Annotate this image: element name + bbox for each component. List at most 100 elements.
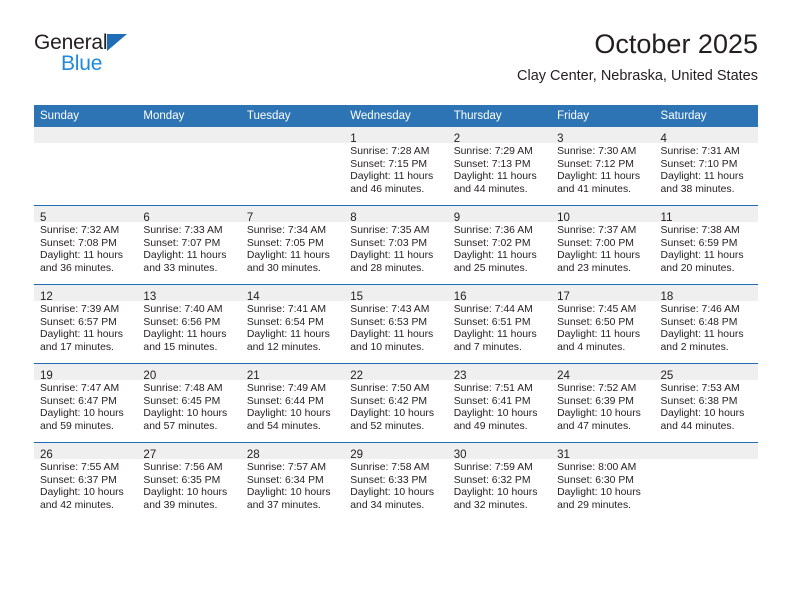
- daylight-text: Daylight: 11 hours: [246, 250, 330, 262]
- day-cell[interactable]: 4 Sunrise: 7:31 AM Sunset: 7:10 PM Daylight…: [654, 127, 758, 206]
- daylight-text-cont: and 10 minutes.: [350, 341, 425, 353]
- day-cell[interactable]: 23 Sunrise: 7:51 AM Sunset: 6:41 PM Dayligh…: [447, 363, 552, 443]
- daylight-text-cont: and 4 minutes.: [557, 341, 626, 353]
- daylight-text-cont: and 28 minutes.: [350, 262, 425, 274]
- daylight-text: Daylight: 10 hours: [453, 408, 538, 420]
- day-cell[interactable]: 2 Sunrise: 7:29 AM Sunset: 7:13 PM Daylight…: [447, 127, 552, 206]
- day-cell-details: Sunrise: 7:46 AM Sunset: 6:48 PM Daylight:…: [655, 301, 758, 354]
- day-cell[interactable]: 15 Sunrise: 7:43 AM Sunset: 6:53 PM Dayligh…: [344, 284, 448, 364]
- daylight-text: Daylight: 10 hours: [350, 408, 435, 420]
- day-number-band: 9: [447, 206, 552, 224]
- day-cell[interactable]: 8 Sunrise: 7:35 AM Sunset: 7:03 PM Daylight…: [344, 205, 448, 285]
- day-cell[interactable]: 11 Sunrise: 7:38 AM Sunset: 6:59 PM Dayligh…: [654, 205, 758, 285]
- day-cell-details: Sunrise: 7:53 AM Sunset: 6:38 PM Daylight:…: [655, 380, 758, 433]
- day-number: 18: [660, 291, 674, 303]
- day-cell-details: Sunrise: 7:29 AM Sunset: 7:13 PM Daylight:…: [448, 143, 551, 196]
- page-subtitle: Clay Center, Nebraska, United States: [517, 68, 758, 84]
- daylight-text: Daylight: 10 hours: [350, 487, 435, 499]
- sunset-text: Sunset: 6:45 PM: [143, 395, 221, 407]
- day-cell[interactable]: 16 Sunrise: 7:44 AM Sunset: 6:51 PM Dayligh…: [447, 284, 552, 364]
- day-number-band: 3: [551, 127, 655, 145]
- day-cell-details: Sunrise: 7:36 AM Sunset: 7:02 PM Daylight:…: [448, 222, 551, 275]
- day-cell[interactable]: 20 Sunrise: 7:48 AM Sunset: 6:45 PM Dayligh…: [137, 363, 241, 443]
- day-cell-details: Sunrise: 7:58 AM Sunset: 6:33 PM Daylight:…: [344, 459, 447, 512]
- day-number-band: [240, 127, 345, 143]
- sunrise-text: Sunrise: 7:36 AM: [453, 225, 533, 236]
- day-cell[interactable]: 17 Sunrise: 7:45 AM Sunset: 6:50 PM Dayligh…: [551, 284, 655, 364]
- sunrise-text: Sunrise: 7:48 AM: [143, 383, 223, 394]
- sunrise-text: Sunrise: 7:44 AM: [453, 304, 533, 315]
- day-cell[interactable]: 31 Sunrise: 8:00 AM Sunset: 6:30 PM Dayligh…: [551, 442, 655, 521]
- day-cell[interactable]: 7 Sunrise: 7:34 AM Sunset: 7:05 PM Daylight…: [240, 205, 345, 285]
- day-cell[interactable]: 30 Sunrise: 7:59 AM Sunset: 6:32 PM Dayligh…: [447, 442, 552, 521]
- weekday-header-saturday: Saturday: [654, 105, 758, 127]
- sunrise-text: Sunrise: 7:50 AM: [350, 383, 430, 394]
- daylight-text-cont: and 49 minutes.: [453, 420, 528, 432]
- day-cell[interactable]: 18 Sunrise: 7:46 AM Sunset: 6:48 PM Dayligh…: [654, 284, 758, 364]
- sunset-text: Sunset: 6:50 PM: [557, 316, 634, 328]
- day-number: 9: [453, 212, 461, 224]
- day-cell[interactable]: 27 Sunrise: 7:56 AM Sunset: 6:35 PM Dayligh…: [137, 442, 241, 521]
- day-cell[interactable]: 19 Sunrise: 7:47 AM Sunset: 6:47 PM Dayligh…: [34, 363, 138, 443]
- day-number: 13: [143, 291, 157, 303]
- day-number-band: 20: [137, 364, 241, 382]
- daylight-text-cont: and 33 minutes.: [143, 262, 218, 274]
- daylight-text: Daylight: 10 hours: [660, 408, 745, 420]
- day-cell[interactable]: 29 Sunrise: 7:58 AM Sunset: 6:33 PM Dayligh…: [344, 442, 448, 521]
- daylight-text-cont: and 12 minutes.: [246, 341, 321, 353]
- day-number: 17: [557, 291, 570, 303]
- day-cell[interactable]: 22 Sunrise: 7:50 AM Sunset: 6:42 PM Dayligh…: [344, 363, 448, 443]
- daylight-text-cont: and 54 minutes.: [246, 420, 321, 432]
- day-cell-details: Sunrise: 7:28 AM Sunset: 7:15 PM Daylight:…: [344, 143, 447, 196]
- day-cell-details: Sunrise: 7:44 AM Sunset: 6:51 PM Daylight:…: [448, 301, 551, 354]
- masthead: General Blue October 2025 Clay Center, N…: [34, 28, 758, 98]
- day-cell[interactable]: 5 Sunrise: 7:32 AM Sunset: 7:08 PM Daylight…: [34, 205, 138, 285]
- sunrise-text: Sunrise: 8:00 AM: [557, 462, 637, 473]
- daylight-text-cont: and 47 minutes.: [557, 420, 632, 432]
- sunset-text: Sunset: 7:03 PM: [350, 237, 428, 249]
- day-cell[interactable]: 28 Sunrise: 7:57 AM Sunset: 6:34 PM Dayligh…: [240, 442, 345, 521]
- day-cell-details: Sunrise: 7:37 AM Sunset: 7:00 PM Daylight:…: [551, 222, 654, 275]
- day-cell[interactable]: 24 Sunrise: 7:52 AM Sunset: 6:39 PM Dayligh…: [551, 363, 655, 443]
- day-cell-empty: [240, 127, 345, 206]
- day-cell[interactable]: 21 Sunrise: 7:49 AM Sunset: 6:44 PM Dayligh…: [240, 363, 345, 443]
- sunset-text: Sunset: 6:57 PM: [40, 316, 117, 328]
- generalblue-logo[interactable]: General Blue: [34, 32, 154, 82]
- sunrise-text: Sunrise: 7:53 AM: [660, 383, 740, 394]
- day-number-band: 10: [551, 206, 655, 224]
- day-number-band: 2: [447, 127, 552, 145]
- day-cell[interactable]: 1 Sunrise: 7:28 AM Sunset: 7:15 PM Daylight…: [344, 127, 448, 206]
- day-cell[interactable]: 9 Sunrise: 7:36 AM Sunset: 7:02 PM Daylight…: [447, 205, 552, 285]
- daylight-text-cont: and 2 minutes.: [660, 341, 729, 353]
- day-number: 19: [40, 370, 53, 382]
- sunrise-text: Sunrise: 7:32 AM: [40, 225, 120, 236]
- sunset-text: Sunset: 7:08 PM: [40, 237, 117, 249]
- calendar-week-row: 26 Sunrise: 7:55 AM Sunset: 6:37 PM Dayligh…: [34, 442, 758, 521]
- daylight-text-cont: and 44 minutes.: [453, 183, 528, 195]
- day-number: 15: [350, 291, 364, 303]
- daylight-text-cont: and 29 minutes.: [557, 499, 632, 511]
- day-number-band: 14: [240, 285, 345, 303]
- day-cell-details: Sunrise: 7:47 AM Sunset: 6:47 PM Daylight:…: [34, 380, 137, 433]
- day-cell[interactable]: 13 Sunrise: 7:40 AM Sunset: 6:56 PM Dayligh…: [137, 284, 241, 364]
- day-cell-details: Sunrise: 7:43 AM Sunset: 6:53 PM Daylight:…: [344, 301, 447, 354]
- day-cell-details: Sunrise: 8:00 AM Sunset: 6:30 PM Daylight:…: [551, 459, 654, 512]
- day-number: 14: [246, 291, 260, 303]
- day-number-band: 13: [137, 285, 241, 303]
- daylight-text: Daylight: 11 hours: [660, 250, 744, 262]
- daylight-text: Daylight: 10 hours: [557, 487, 641, 499]
- daylight-text: Daylight: 11 hours: [143, 250, 227, 262]
- calendar-week-row: 12 Sunrise: 7:39 AM Sunset: 6:57 PM Dayligh…: [34, 284, 758, 364]
- daylight-text-cont: and 44 minutes.: [660, 420, 735, 432]
- day-number-band: 21: [240, 364, 345, 382]
- daylight-text-cont: and 15 minutes.: [143, 341, 218, 353]
- day-cell[interactable]: 6 Sunrise: 7:33 AM Sunset: 7:07 PM Daylight…: [137, 205, 241, 285]
- day-cell[interactable]: 12 Sunrise: 7:39 AM Sunset: 6:57 PM Dayligh…: [34, 284, 138, 364]
- day-cell[interactable]: 14 Sunrise: 7:41 AM Sunset: 6:54 PM Dayligh…: [240, 284, 345, 364]
- day-cell[interactable]: 26 Sunrise: 7:55 AM Sunset: 6:37 PM Dayligh…: [34, 442, 138, 521]
- day-cell[interactable]: 10 Sunrise: 7:37 AM Sunset: 7:00 PM Dayligh…: [551, 205, 655, 285]
- day-cell[interactable]: 3 Sunrise: 7:30 AM Sunset: 7:12 PM Daylight…: [551, 127, 655, 206]
- sunrise-text: Sunrise: 7:31 AM: [660, 146, 740, 157]
- sunrise-text: Sunrise: 7:35 AM: [350, 225, 430, 236]
- day-cell[interactable]: 25 Sunrise: 7:53 AM Sunset: 6:38 PM Dayligh…: [654, 363, 758, 443]
